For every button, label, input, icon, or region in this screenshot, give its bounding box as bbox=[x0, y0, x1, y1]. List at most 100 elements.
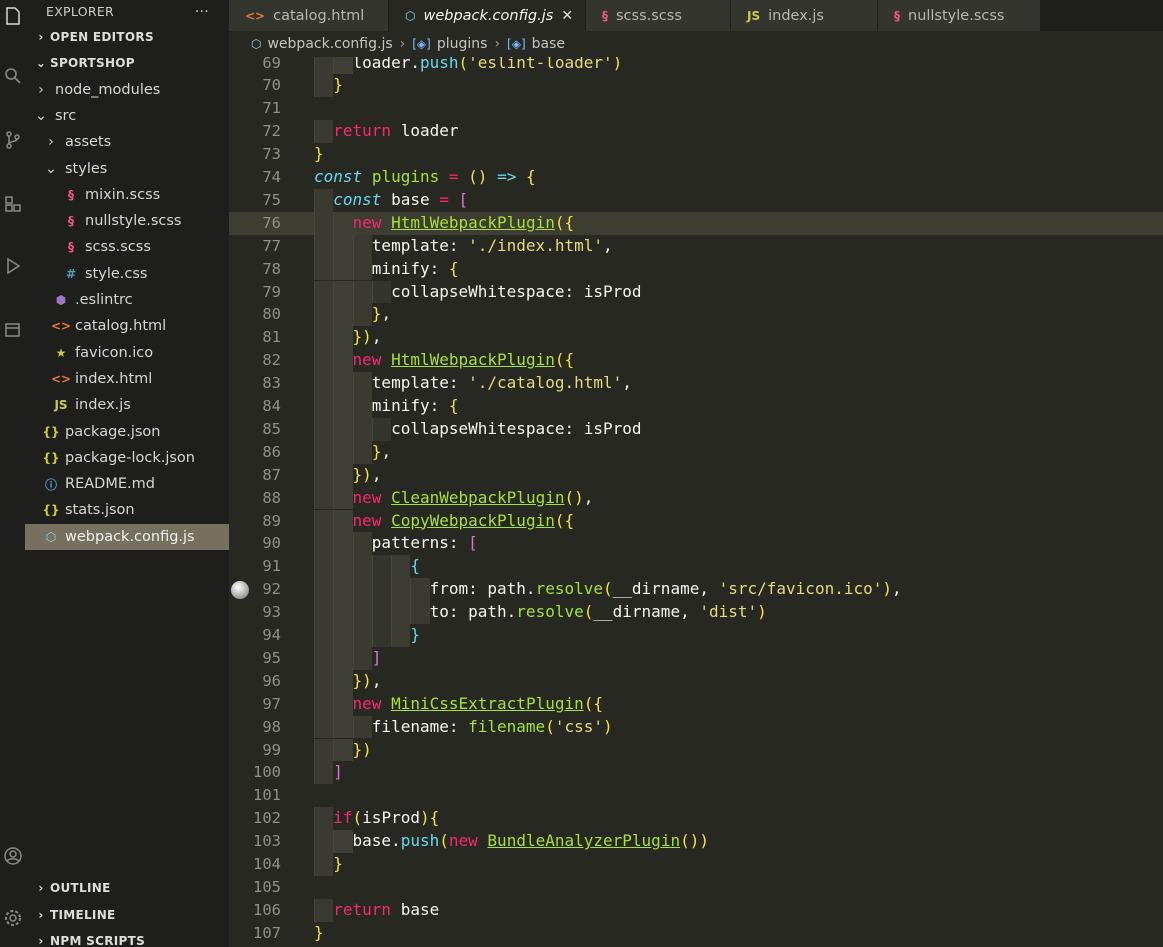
tab-catalog-html[interactable]: <> catalog.html bbox=[229, 0, 389, 31]
code-line[interactable]: 76 new HtmlWebpackPlugin({ bbox=[229, 211, 1163, 235]
code-line[interactable]: 81 }), bbox=[229, 326, 1163, 350]
code-line[interactable]: 99 }) bbox=[229, 738, 1163, 762]
run-debug-icon[interactable] bbox=[0, 252, 25, 280]
files-icon[interactable] bbox=[0, 2, 25, 30]
code-line[interactable]: 88 new CleanWebpackPlugin(), bbox=[229, 486, 1163, 510]
line-number: 81 bbox=[262, 328, 281, 347]
code-text: }), bbox=[314, 670, 382, 693]
tree-file[interactable]: <> catalog.html bbox=[25, 313, 229, 339]
code-text: collapseWhitespace: isProd bbox=[314, 418, 642, 441]
tree-folder[interactable]: › node_modules bbox=[25, 77, 229, 103]
code-text: loader.push('eslint-loader') bbox=[314, 57, 623, 74]
section-timeline[interactable]: › TIMELINE bbox=[25, 902, 229, 929]
tree-file[interactable]: {} package-lock.json bbox=[25, 445, 229, 471]
close-icon[interactable]: ✕ bbox=[561, 8, 573, 24]
code-line[interactable]: 85 collapseWhitespace: isProd bbox=[229, 417, 1163, 441]
section-npm-scripts[interactable]: › NPM SCRIPTS bbox=[25, 928, 229, 947]
code-text: const base = [ bbox=[314, 189, 468, 212]
code-line[interactable]: 90 patterns: [ bbox=[229, 532, 1163, 556]
code-line[interactable]: 87 }), bbox=[229, 463, 1163, 487]
code-line[interactable]: 77 template: './index.html', bbox=[229, 234, 1163, 258]
code-token: from: path. bbox=[314, 579, 536, 599]
tree-file[interactable]: ⬡ webpack.config.js bbox=[25, 523, 229, 550]
more-actions-icon[interactable]: ··· bbox=[195, 4, 209, 20]
code-line[interactable]: 78 minify: { bbox=[229, 257, 1163, 281]
code-line[interactable]: 96 }), bbox=[229, 669, 1163, 693]
code-line[interactable]: 100 ] bbox=[229, 761, 1163, 785]
tree-file[interactable]: <> index.html bbox=[25, 366, 229, 392]
code-line[interactable]: 75 const base = [ bbox=[229, 188, 1163, 212]
code-line[interactable]: 105 bbox=[229, 876, 1163, 899]
code-line[interactable]: 69 loader.push('eslint-loader') bbox=[229, 57, 1163, 75]
code-text: new HtmlWebpackPlugin({ bbox=[314, 212, 575, 235]
code-line[interactable]: 95 ] bbox=[229, 646, 1163, 670]
tree-file[interactable]: § mixin.scss bbox=[25, 182, 229, 208]
tree-file[interactable]: ⬢ .eslintrc bbox=[25, 287, 229, 313]
code-line[interactable]: 92 from: path.resolve(__dirname, 'src/fa… bbox=[229, 578, 1163, 602]
breadcrumb-base[interactable]: base bbox=[532, 36, 565, 52]
code-line[interactable]: 74 const plugins = () => { bbox=[229, 166, 1163, 189]
line-number: 82 bbox=[262, 351, 281, 370]
source-control-icon[interactable] bbox=[0, 126, 25, 154]
tab-index-js[interactable]: JS index.js bbox=[731, 0, 878, 31]
settings-gear-icon[interactable] bbox=[0, 904, 25, 932]
code-line[interactable]: 70 } bbox=[229, 74, 1163, 98]
search-icon[interactable] bbox=[0, 62, 25, 90]
code-line[interactable]: 89 new CopyWebpackPlugin({ bbox=[229, 509, 1163, 533]
tab-scss-scss[interactable]: § scss.scss bbox=[586, 0, 731, 31]
tree-file[interactable]: § scss.scss bbox=[25, 234, 229, 260]
tab-nullstyle-scss[interactable]: § nullstyle.scss bbox=[878, 0, 1041, 31]
code-line[interactable]: 94 } bbox=[229, 624, 1163, 647]
tree-file[interactable]: ★ favicon.ico bbox=[25, 339, 229, 365]
code-line[interactable]: 93 to: path.resolve(__dirname, 'dist') bbox=[229, 601, 1163, 624]
code-line[interactable]: 97 new MiniCssExtractPlugin({ bbox=[229, 692, 1163, 716]
code-token: collapseWhitespace: isProd bbox=[314, 418, 642, 438]
tree-file[interactable]: JS index.js bbox=[25, 392, 229, 418]
code-token: => bbox=[497, 167, 517, 186]
tab-webpack-config-js[interactable]: ⬡ webpack.config.js ✕ bbox=[389, 0, 586, 31]
code-line[interactable]: 98 filename: filename('css') bbox=[229, 715, 1163, 739]
code-line[interactable]: 80 }, bbox=[229, 303, 1163, 327]
section-outline[interactable]: › OUTLINE bbox=[25, 875, 229, 902]
code-line[interactable]: 102 if(isProd){ bbox=[229, 807, 1163, 831]
tree-item-label: catalog.html bbox=[75, 318, 167, 335]
section-project[interactable]: ⌄ SPORTSHOP bbox=[25, 50, 229, 77]
tree-file[interactable]: {} package.json bbox=[25, 418, 229, 444]
code-line[interactable]: 71 bbox=[229, 97, 1163, 120]
code-line[interactable]: 72 return loader bbox=[229, 120, 1163, 144]
code-line[interactable]: 106 return base bbox=[229, 898, 1163, 922]
code-line[interactable]: 82 new HtmlWebpackPlugin({ bbox=[229, 349, 1163, 373]
tree-file[interactable]: # style.css bbox=[25, 261, 229, 287]
tree-folder[interactable]: ⌄ src bbox=[25, 103, 229, 129]
code-token: ] bbox=[371, 647, 382, 667]
breadcrumb-plugins[interactable]: plugins bbox=[437, 36, 488, 52]
extensions-icon[interactable] bbox=[0, 190, 25, 218]
code-line[interactable]: 103 base.push(new BundleAnalyzerPlugin()… bbox=[229, 830, 1163, 853]
tree-item-label: stats.json bbox=[65, 502, 135, 519]
remote-explorer-icon[interactable] bbox=[0, 316, 25, 344]
line-number: 73 bbox=[262, 145, 281, 164]
tree-file[interactable]: {} stats.json bbox=[25, 497, 229, 523]
code-text: ] bbox=[314, 761, 343, 784]
code-line[interactable]: 107} bbox=[229, 922, 1163, 945]
code-line[interactable]: 91 { bbox=[229, 555, 1163, 579]
code-line[interactable]: 73} bbox=[229, 143, 1163, 166]
code-line[interactable]: 104 } bbox=[229, 853, 1163, 876]
code-line[interactable]: 83 template: './catalog.html', bbox=[229, 372, 1163, 395]
code-text: new HtmlWebpackPlugin({ bbox=[314, 349, 575, 372]
code-editor[interactable]: 69 loader.push('eslint-loader') 70 } 71 72 … bbox=[229, 57, 1163, 947]
code-line[interactable]: 84 minify: { bbox=[229, 395, 1163, 418]
tree-folder[interactable]: ⌄ styles bbox=[25, 155, 229, 181]
account-icon[interactable] bbox=[0, 842, 25, 870]
code-token: { bbox=[593, 693, 604, 713]
code-line[interactable]: 101 bbox=[229, 784, 1163, 807]
tree-folder[interactable]: › assets bbox=[25, 129, 229, 155]
tree-file[interactable]: ⓘ README.md bbox=[25, 471, 229, 497]
tree-file[interactable]: § nullstyle.scss bbox=[25, 208, 229, 234]
code-line[interactable]: 79 collapseWhitespace: isProd bbox=[229, 280, 1163, 304]
breadcrumb-file[interactable]: webpack.config.js bbox=[267, 36, 392, 52]
section-open-editors[interactable]: › OPEN EDITORS bbox=[25, 23, 229, 50]
code-line[interactable]: 86 }, bbox=[229, 440, 1163, 464]
